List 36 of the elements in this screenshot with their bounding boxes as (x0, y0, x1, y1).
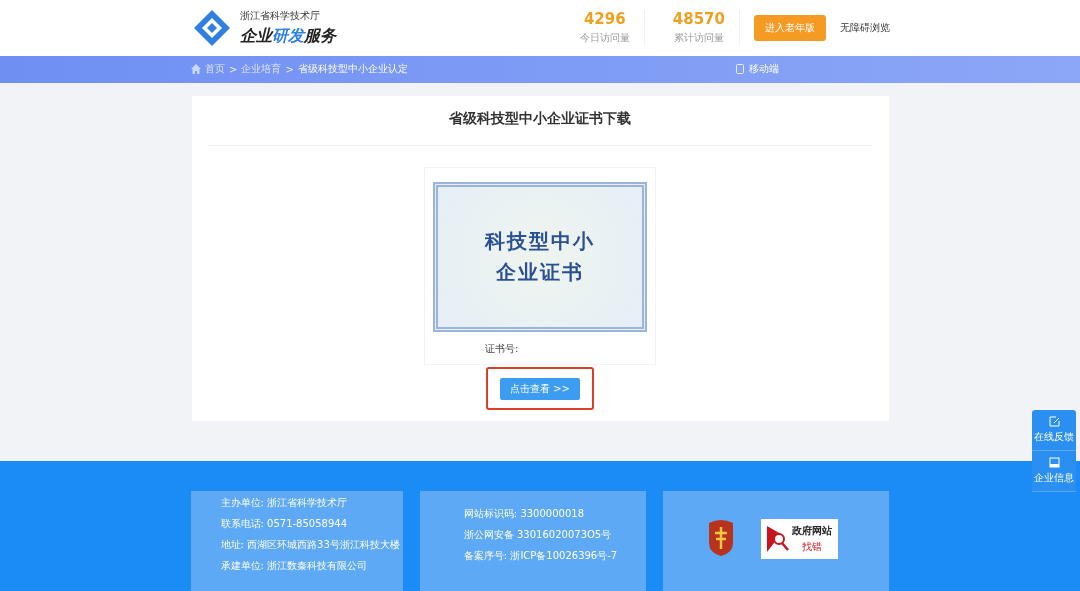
footer-text: 备案序号: 浙ICP备10026396号-7 (463, 549, 619, 563)
logo-icon (192, 7, 232, 48)
footer-text: 联系电话: 0571-85058944 (220, 517, 348, 531)
certificate-number-label: 证书号: (485, 342, 519, 356)
edit-icon (1048, 416, 1060, 427)
footer-text: 网站标识码: 3300000018 (463, 507, 585, 521)
accessibility-link[interactable]: 无障碍浏览 (840, 20, 890, 35)
card-title: 省级科技型中小企业证书下载 (207, 96, 873, 146)
org-name: 浙江省科学技术厅 (240, 8, 321, 23)
mobile-link[interactable]: 移动端 (749, 62, 779, 77)
view-button[interactable]: 点击查看 >> (500, 378, 580, 400)
breadcrumb-link[interactable]: 企业培育 (241, 62, 282, 77)
footer-text: 地址: 西湖区环城西路33号浙江科技大楼 (220, 538, 401, 552)
shield-icon[interactable] (707, 519, 736, 557)
certificate-text: 科技型中小 (485, 228, 595, 255)
visit-count: 4296 (583, 10, 626, 29)
home-icon (191, 64, 201, 75)
footer-text: 主办单位: 浙江省科学技术厅 (220, 496, 349, 510)
document-icon (1048, 457, 1060, 468)
visit-label: 今日访问量 (579, 31, 630, 46)
side-link[interactable]: 企业信息 (1034, 471, 1074, 485)
site-title: 企业研发服务 (240, 25, 336, 47)
mobile-icon (736, 64, 744, 75)
visit-label: 累计访问量 (673, 31, 724, 46)
elder-mode-button[interactable]: 进入老年版 (754, 14, 826, 41)
footer-text: 承建单位: 浙江数秦科技有限公司 (220, 559, 369, 573)
visit-count: 48570 (672, 10, 725, 29)
side-link[interactable]: 在线反馈 (1034, 430, 1074, 444)
breadcrumb-separator: > (285, 63, 294, 75)
footer-text: 浙公网安备 33016020073O5号 (463, 528, 613, 542)
breadcrumb-separator: > (229, 63, 238, 75)
certificate-text: 企业证书 (496, 259, 584, 286)
breadcrumb-link[interactable]: 首页 (205, 62, 225, 77)
breadcrumb-link[interactable]: 省级科技型中小企业认定 (297, 62, 408, 77)
gov-error-badge[interactable]: 政府网站 找错 (761, 519, 839, 559)
magnifier-icon (767, 526, 790, 552)
